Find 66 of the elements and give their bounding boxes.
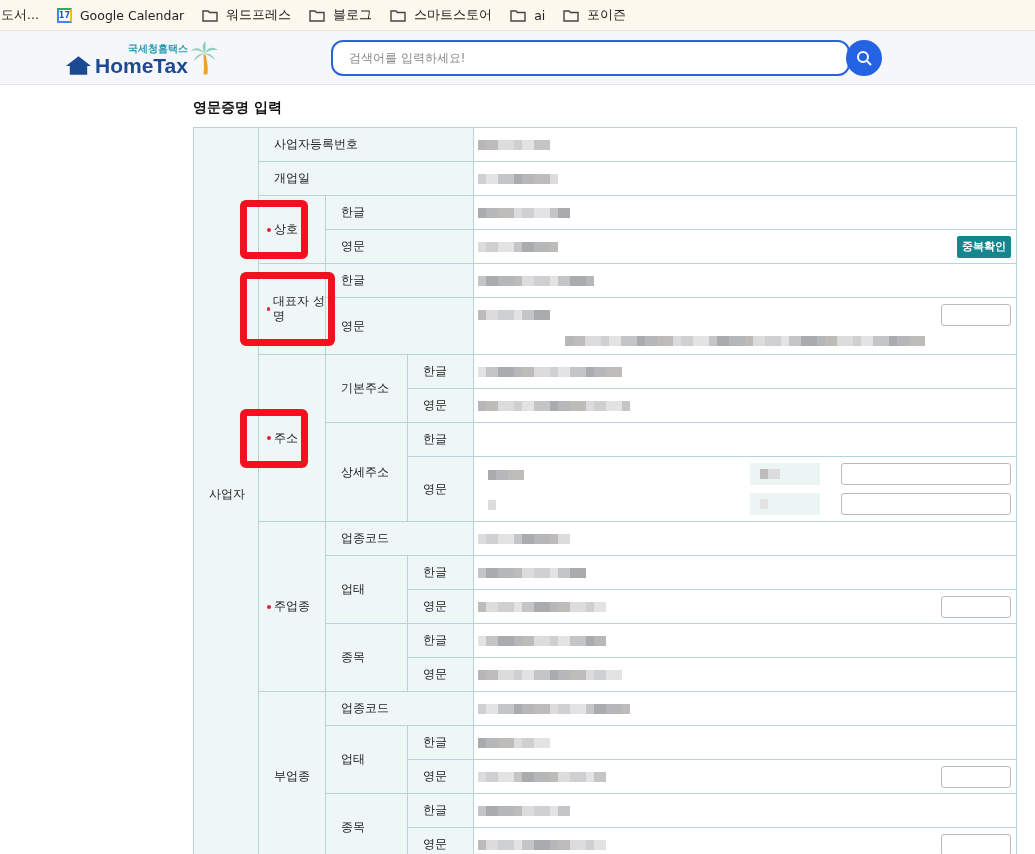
- field-label: 종목: [341, 650, 365, 665]
- field-label: 주업종: [274, 599, 310, 614]
- field-label: 개업일: [274, 171, 310, 186]
- folder-icon: [563, 8, 580, 22]
- folder-icon: [510, 8, 527, 22]
- bookmark-link[interactable]: 워드프레스: [226, 6, 292, 24]
- input-field[interactable]: [841, 463, 1011, 485]
- duplicate-check-button[interactable]: 중복확인: [957, 235, 1011, 258]
- field-label: 기본주소: [341, 381, 389, 396]
- redacted-text-drawing: [478, 137, 550, 152]
- field-label: 업종코드: [341, 531, 389, 546]
- bookmark-link[interactable]: 블로그: [333, 6, 373, 24]
- bookmark-link[interactable]: 도서...: [1, 6, 39, 24]
- search-icon: [856, 49, 872, 66]
- redacted-text-drawing: [478, 308, 550, 322]
- field-label: 업종코드: [341, 701, 389, 716]
- field-label: 영문: [423, 398, 447, 413]
- field-label: 상호: [274, 222, 298, 237]
- field-label: 한글: [423, 803, 447, 818]
- search-button[interactable]: [846, 39, 882, 76]
- input-field[interactable]: [941, 765, 1011, 788]
- field-label: 상세주소: [341, 464, 389, 480]
- input-field[interactable]: [941, 595, 1011, 618]
- field-label: 한글: [341, 205, 365, 220]
- field-label: 한글: [423, 364, 447, 379]
- logo-text: HomeTax: [95, 54, 188, 76]
- field-label: 업태: [341, 582, 365, 597]
- bookmark-link[interactable]: 포이즌: [587, 6, 627, 24]
- field-label: 영문: [423, 667, 447, 682]
- field-label: 한글: [423, 565, 447, 580]
- redacted-text-drawing: [478, 735, 550, 750]
- redacted-text-drawing: [760, 467, 780, 481]
- field-label: 한글: [423, 735, 447, 750]
- house-icon: [64, 53, 93, 76]
- field-label: 영문: [423, 769, 447, 784]
- input-field[interactable]: [941, 833, 1011, 854]
- field-label: 영문: [341, 239, 365, 254]
- input-field[interactable]: [841, 493, 1011, 515]
- search-bar[interactable]: 검색어를 입력하세요!: [331, 39, 850, 76]
- input-field[interactable]: [941, 304, 1011, 326]
- folder-icon: [390, 8, 407, 22]
- calendar-icon: 17: [56, 7, 72, 23]
- bookmark-link[interactable]: ai: [534, 7, 546, 23]
- field-label: 주소: [274, 430, 298, 446]
- logo-subtitle: 국세청홈택스: [128, 43, 188, 54]
- folder-icon: [202, 8, 219, 22]
- folder-icon: [309, 8, 326, 22]
- field-label: 종목: [341, 820, 365, 835]
- field-label: 한글: [423, 633, 447, 648]
- field-label: 영문: [423, 837, 447, 852]
- field-label: 부업종: [274, 769, 310, 784]
- bookmark-link[interactable]: Google Calendar: [79, 7, 185, 23]
- redacted-text-drawing: [488, 467, 524, 482]
- bookmark-link[interactable]: 스마트스토어: [414, 6, 493, 24]
- field-label: 사업자등록번호: [274, 137, 358, 152]
- field-label: 대표자 성명: [273, 294, 325, 324]
- field-label: 한글: [423, 432, 447, 447]
- field-label: 영문: [423, 599, 447, 614]
- field-label: 영문: [423, 481, 447, 497]
- redacted-text-drawing: [488, 497, 496, 512]
- page-title: 영문증명 입력: [193, 99, 283, 117]
- search-field[interactable]: 검색어를 입력하세요!: [347, 49, 831, 66]
- field-label: 업태: [341, 752, 365, 767]
- section-label: 사업자: [209, 487, 245, 502]
- field-label: 한글: [341, 273, 365, 288]
- field-label: 영문: [341, 318, 365, 334]
